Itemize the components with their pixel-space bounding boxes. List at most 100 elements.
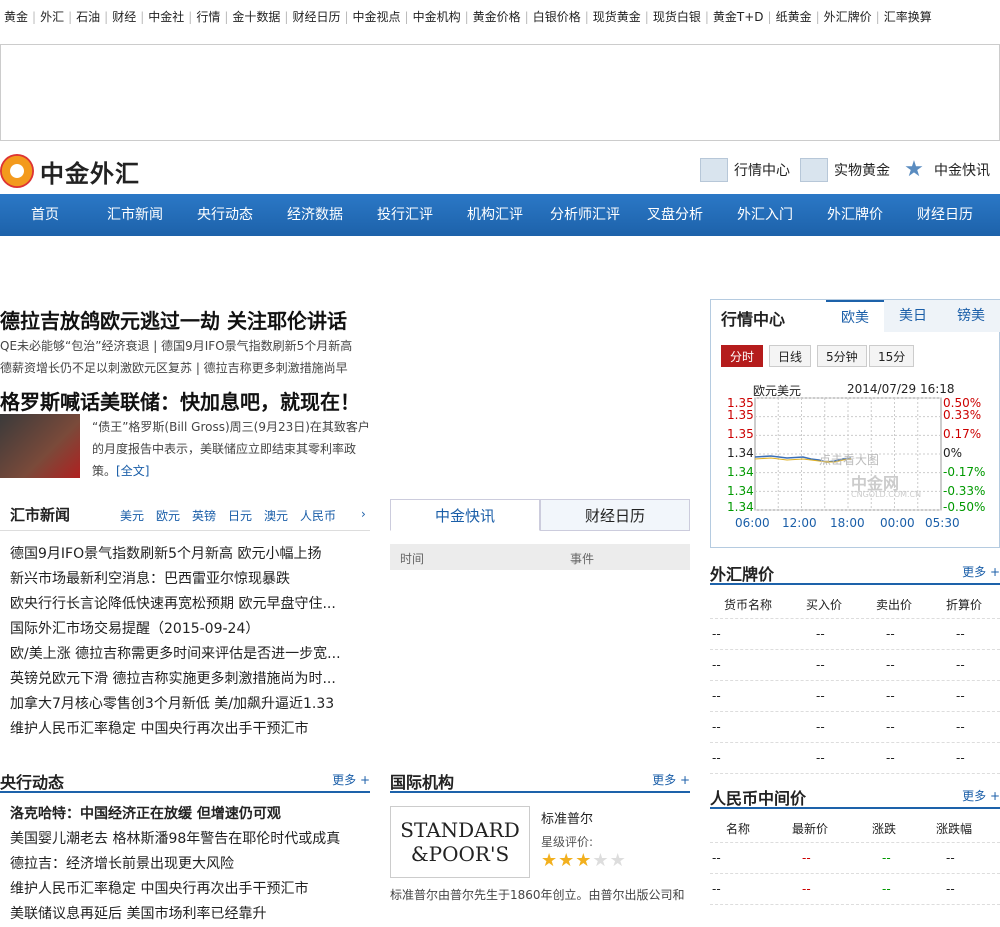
table-row[interactable]: -- -- -- -- <box>710 743 1000 774</box>
top-nav-item[interactable]: 中金社 <box>144 8 188 25</box>
news-item[interactable]: 新兴市场最新利空消息：巴西雷亚尔惊现暴跌 <box>10 567 355 592</box>
intl-org-title[interactable]: 国际机构 <box>390 769 454 793</box>
sp-name[interactable]: 标准普尔 <box>541 808 593 827</box>
fx-rate-title[interactable]: 外汇牌价 <box>710 561 774 585</box>
logo-text: 中金外汇 <box>40 159 140 188</box>
main-nav-item[interactable]: 经济数据 <box>270 194 360 236</box>
currency-jpy[interactable]: 日元 <box>228 507 252 524</box>
top-nav-item[interactable]: 汇率换算 <box>880 8 936 25</box>
table-cell: -- <box>816 689 825 703</box>
currency-usd[interactable]: 美元 <box>120 507 144 524</box>
top-nav-item[interactable]: 金十数据 <box>228 8 284 25</box>
top-nav-item[interactable]: 财经日历 <box>288 8 344 25</box>
top-nav-item[interactable]: 财经 <box>108 8 140 25</box>
main-nav-item[interactable]: 汇市新闻 <box>90 194 180 236</box>
market-center-link[interactable]: 行情中心 <box>700 158 790 182</box>
tab-gbpusd[interactable]: 镑美 <box>942 300 1000 332</box>
top-nav-item[interactable]: 黄金 <box>0 8 32 25</box>
main-nav-item[interactable]: 叉盘分析 <box>630 194 720 236</box>
main-nav-item[interactable]: 机构汇评 <box>450 194 540 236</box>
top-nav-item[interactable]: 行情 <box>192 8 224 25</box>
more-link[interactable]: 更多 + <box>962 563 1000 580</box>
news-item[interactable]: 维护人民币汇率稳定 中国央行再次出手干预汇市 <box>10 717 355 742</box>
main-nav-item[interactable]: 外汇牌价 <box>810 194 900 236</box>
btn-intraday[interactable]: 分时 <box>721 345 764 367</box>
news-item[interactable]: 国际外汇市场交易提醒（2015-09-24） <box>10 617 355 642</box>
table-row[interactable]: -- -- -- -- <box>710 619 1000 650</box>
top-nav-item[interactable]: 白银价格 <box>529 8 585 25</box>
table-cell: -- <box>956 627 965 641</box>
currency-eur[interactable]: 欧元 <box>156 507 180 524</box>
news-item[interactable]: 加拿大7月核心零售创3个月新低 美/加飙升逼近1.33 <box>10 692 355 717</box>
tab-calendar[interactable]: 财经日历 <box>540 499 690 531</box>
physical-gold-link[interactable]: 实物黄金 <box>800 158 890 182</box>
table-row[interactable]: -- -- -- -- <box>710 681 1000 712</box>
main-nav-item[interactable]: 首页 <box>0 194 90 236</box>
price-chart[interactable]: 欧元美元 2014/07/29 16:18 点击看大图 中金网 CNGOLD.C… <box>711 380 1000 530</box>
table-row[interactable]: -- -- -- -- <box>710 712 1000 743</box>
tab-eurusd[interactable]: 欧美 <box>826 300 884 332</box>
btn-5min[interactable]: 5分钟 <box>817 345 867 367</box>
table-cell: -- <box>956 658 965 672</box>
table-row[interactable]: -- -- -- -- <box>710 874 1000 905</box>
currency-aud[interactable]: 澳元 <box>264 507 288 524</box>
top-nav-item[interactable]: 石油 <box>72 8 104 25</box>
rmb-title[interactable]: 人民币中间价 <box>710 785 806 809</box>
news-item[interactable]: 英镑兑欧元下滑 德拉吉称实施更多刺激措施尚为时... <box>10 667 355 692</box>
x-tick-label: 06:00 <box>735 516 770 530</box>
currency-gbp[interactable]: 英镑 <box>192 507 216 524</box>
more-link[interactable]: 更多 + <box>332 771 370 788</box>
news-item[interactable]: 欧/美上涨 德拉吉称需更多时间来评估是否进一步宽... <box>10 642 355 667</box>
news-flash-link[interactable]: ★ 中金快讯 <box>900 158 990 182</box>
gross-photo[interactable] <box>0 414 80 478</box>
more-link[interactable]: 更多 + <box>962 787 1000 804</box>
central-bank-item[interactable]: 德拉吉：经济增长前景出现更大风险 <box>10 852 370 877</box>
main-nav-item[interactable]: 央行动态 <box>180 194 270 236</box>
news-item[interactable]: 欧央行行长言论降低快速再宽松预期 欧元早盘守住... <box>10 592 355 617</box>
tab-news-flash[interactable]: 中金快讯 <box>390 499 540 531</box>
table-cell: -- <box>886 627 895 641</box>
chart-watermark: 点击看大图 <box>819 453 880 467</box>
full-text-link[interactable]: [全文] <box>116 464 149 478</box>
headline-draghi[interactable]: 德拉吉放鸽欧元逃过一劫 关注耶伦讲话 <box>0 305 347 334</box>
table-cell: -- <box>886 658 895 672</box>
news-item[interactable]: 德国9月IFO景气指数刷新5个月新高 欧元小幅上扬 <box>10 542 355 567</box>
main-nav-item[interactable]: 分析师汇评 <box>540 194 630 236</box>
main-nav-item[interactable]: 财经日历 <box>900 194 990 236</box>
table-row[interactable]: -- -- -- -- <box>710 843 1000 874</box>
central-bank-item[interactable]: 美国婴儿潮老去 格林斯潘98年警告在耶伦时代或成真 <box>10 827 370 852</box>
currency-cny[interactable]: 人民币 <box>300 507 336 524</box>
more-link[interactable]: 更多 + <box>652 771 690 788</box>
central-bank-header: 央行动态 更多 + <box>0 765 370 793</box>
top-nav-item[interactable]: 外汇 <box>36 8 68 25</box>
sub-headline-1[interactable]: QE未必能够“包治”经济衰退 | 德国9月IFO景气指数刷新5个月新高 <box>0 337 352 354</box>
btn-daily[interactable]: 日线 <box>769 345 812 367</box>
top-nav-item[interactable]: 现货白银 <box>649 8 705 25</box>
fx-news-title[interactable]: 汇市新闻 <box>10 499 70 531</box>
top-nav-item[interactable]: 外汇牌价 <box>820 8 876 25</box>
fx-rate-table: 货币名称 买入价 卖出价 折算价 -- -- -- -- -- -- -- -- -- -- -- -- -- -… <box>710 588 1000 774</box>
chevron-right-icon[interactable]: › <box>361 507 366 521</box>
y-tick-label-right: -0.50% <box>943 500 986 514</box>
market-title: 行情中心 <box>721 310 786 329</box>
main-nav-item[interactable]: 投行汇评 <box>360 194 450 236</box>
site-logo[interactable]: 中金外汇 <box>0 152 140 190</box>
top-nav-item[interactable]: 黄金价格 <box>469 8 525 25</box>
central-bank-item[interactable]: 维护人民币汇率稳定 中国央行再次出手干预汇市 <box>10 877 370 902</box>
headline-gross[interactable]: 格罗斯喊话美联储：快加息吧，就现在！ <box>0 386 360 415</box>
top-nav-item[interactable]: 中金机构 <box>409 8 465 25</box>
main-nav-item[interactable]: 外汇入门 <box>720 194 810 236</box>
top-nav-item[interactable]: 现货黄金 <box>589 8 645 25</box>
sub-headline-2[interactable]: 德薪资增长仍不足以刺激欧元区复苏 | 德拉吉称更多刺激措施尚早 <box>0 359 348 376</box>
top-nav-item[interactable]: 黄金T+D <box>709 8 768 25</box>
tab-usdjpy[interactable]: 美日 <box>884 300 942 332</box>
central-bank-item[interactable]: 洛克哈特：中国经济正在放缓 但增速仍可观 <box>10 802 370 827</box>
btn-15min[interactable]: 15分 <box>869 345 915 367</box>
top-nav-item[interactable]: 纸黄金 <box>772 8 816 25</box>
central-bank-item[interactable]: 美联储议息再延后 美国市场利率已经靠升 <box>10 902 370 927</box>
table-row[interactable]: -- -- -- -- <box>710 650 1000 681</box>
sp-logo[interactable]: STANDARD &POOR'S <box>390 806 530 878</box>
table-cell: -- <box>712 689 721 703</box>
top-nav-item[interactable]: 中金视点 <box>349 8 405 25</box>
central-bank-title[interactable]: 央行动态 <box>0 769 64 793</box>
